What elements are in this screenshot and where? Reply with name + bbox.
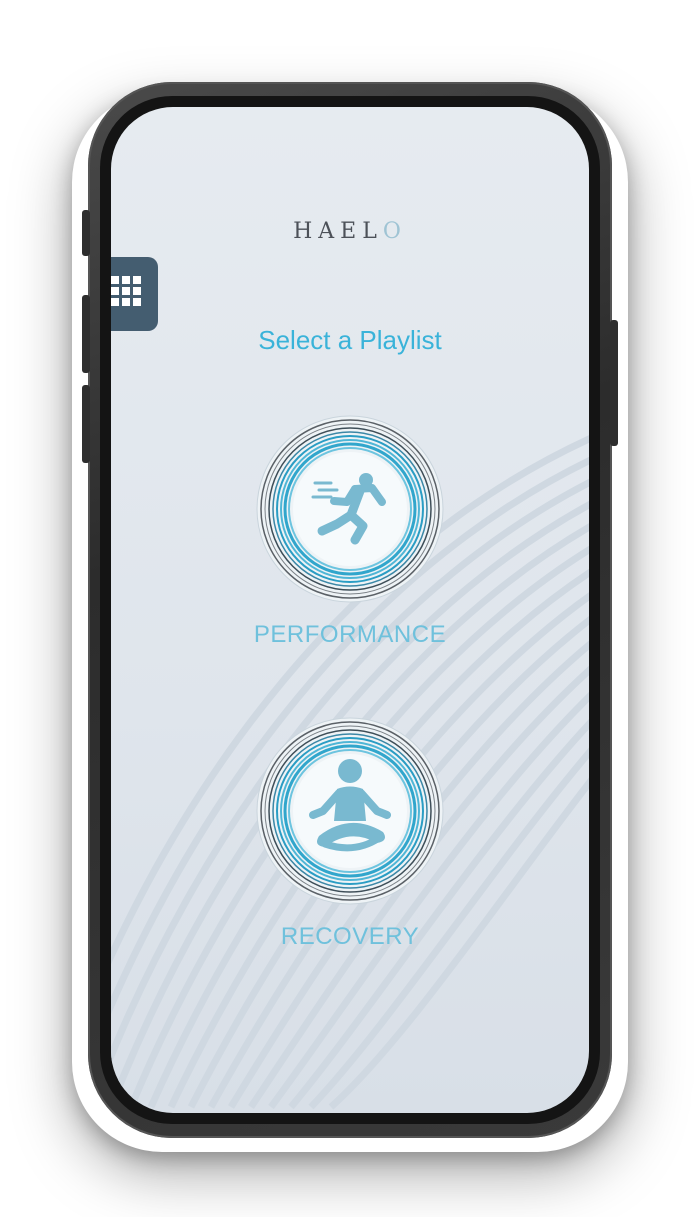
page-title: Select a Playlist [258,325,442,355]
background-waves [111,435,589,1110]
mute-switch [82,385,90,463]
recovery-ring [256,717,444,905]
performance-playlist-button[interactable] [255,414,445,604]
stage: HAELO Select a Playlist PERFORMANCE RECO… [0,0,698,1217]
menu-tab[interactable] [111,257,158,331]
volume-down-button [82,295,90,373]
logo-text: HAEL [293,219,383,244]
grid-icon[interactable] [111,276,145,310]
power-button [610,320,618,446]
recovery-label[interactable]: RECOVERY [111,923,589,951]
volume-up-button [82,210,90,256]
performance-label[interactable]: PERFORMANCE [111,621,589,649]
haelo-logo: HAELO [111,219,589,244]
performance-ring [256,415,444,603]
logo-accent-letter: O [382,219,407,244]
recovery-playlist-button[interactable] [255,716,445,906]
app-screen: HAELO Select a Playlist PERFORMANCE RECO… [111,107,589,1113]
